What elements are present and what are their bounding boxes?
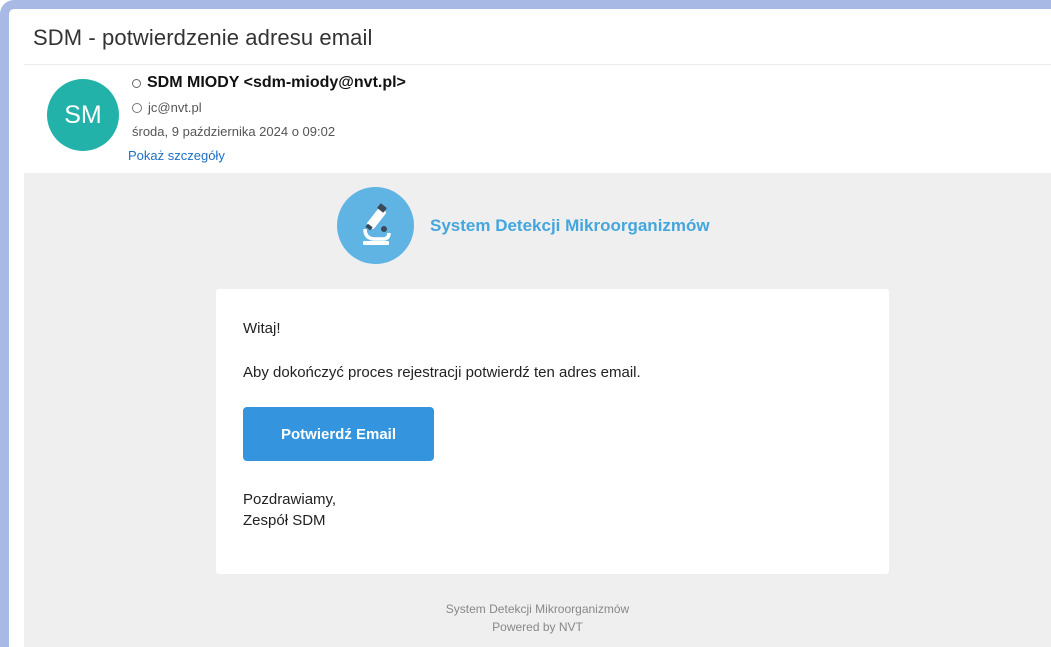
- header-divider: [24, 64, 1051, 65]
- sender-avatar: SM: [47, 79, 119, 151]
- brand-header: System Detekcji Mikroorganizmów: [337, 187, 710, 264]
- presence-status-icon: [132, 78, 141, 88]
- footer-powered-by: Powered by NVT: [492, 620, 583, 634]
- microscope-icon: [337, 187, 414, 264]
- confirm-email-button[interactable]: Potwierdź Email: [243, 407, 434, 461]
- signoff: Pozdrawiamy, Zespół SDM: [243, 489, 336, 531]
- email-footer: System Detekcji Mikroorganizmów Powered …: [24, 600, 1051, 636]
- greeting-text: Witaj!: [243, 320, 281, 337]
- recipient-address[interactable]: jc@nvt.pl: [148, 100, 202, 115]
- show-details-link[interactable]: Pokaż szczegóły: [128, 148, 225, 163]
- sender-address[interactable]: SDM MIODY <sdm-miody@nvt.pl>: [147, 74, 406, 92]
- message-text: Aby dokończyć proces rejestracji potwier…: [243, 364, 641, 381]
- avatar-initials: SM: [64, 100, 102, 129]
- email-window: SDM - potwierdzenie adresu email SM SDM …: [0, 0, 1051, 647]
- sender-row[interactable]: SDM MIODY <sdm-miody@nvt.pl>: [132, 74, 406, 92]
- recipient-status-icon: [132, 102, 142, 113]
- recipient-row[interactable]: jc@nvt.pl: [132, 100, 202, 115]
- signoff-team: Zespół SDM: [243, 512, 326, 529]
- message-card: Witaj! Aby dokończyć proces rejestracji …: [216, 289, 889, 574]
- brand-name: System Detekcji Mikroorganizmów: [430, 215, 710, 235]
- footer-brand: System Detekcji Mikroorganizmów: [445, 602, 630, 616]
- sent-date: środa, 9 października 2024 o 09:02: [132, 124, 336, 139]
- signoff-greeting: Pozdrawiamy,: [243, 491, 337, 508]
- email-content: System Detekcji Mikroorganizmów Witaj! A…: [24, 173, 1051, 647]
- email-subject: SDM - potwierdzenie adresu email: [33, 25, 373, 50]
